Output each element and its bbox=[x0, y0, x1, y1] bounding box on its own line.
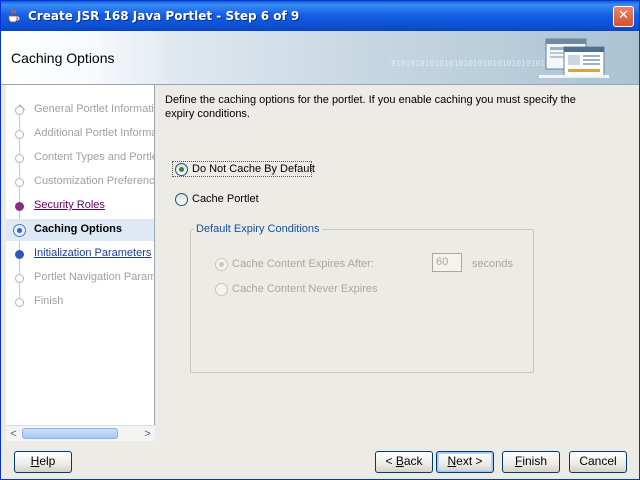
step-marker-icon bbox=[15, 202, 24, 211]
step-label: Additional Portlet Informa bbox=[34, 127, 155, 139]
step-label: General Portlet Informati bbox=[34, 103, 154, 115]
step-label: Customization Preference bbox=[34, 175, 155, 187]
never-expires-radio[interactable] bbox=[215, 283, 228, 296]
help-button-label-post: elp bbox=[39, 454, 56, 468]
step-label[interactable]: Security Roles bbox=[34, 199, 105, 211]
expires-after-radio[interactable] bbox=[215, 258, 228, 271]
step-label: Portlet Navigation Param bbox=[34, 271, 155, 283]
current-step-marker-icon bbox=[13, 224, 26, 237]
next-button-mnemonic: N bbox=[447, 454, 457, 468]
window-title: Create JSR 168 Java Portlet - Step 6 of … bbox=[28, 9, 300, 23]
nav-horizontal-scrollbar[interactable]: < > bbox=[6, 425, 155, 441]
finish-button[interactable]: Finish bbox=[502, 451, 560, 473]
wizard-banner-icon bbox=[539, 38, 609, 78]
step-content-types: Content Types and Portle bbox=[6, 147, 155, 169]
scroll-right-icon[interactable]: > bbox=[140, 426, 155, 442]
step-customization-preferences: Customization Preference bbox=[6, 171, 155, 193]
cache-portlet-radio[interactable] bbox=[175, 193, 188, 206]
java-cup-icon bbox=[8, 9, 20, 23]
next-button[interactable]: Next > bbox=[436, 451, 494, 473]
finish-button-label-post: inish bbox=[522, 454, 548, 468]
help-button[interactable]: Help bbox=[14, 451, 72, 473]
step-finish: Finish bbox=[6, 291, 154, 313]
header-decoration-text: 01010101010101010101010101010101 bbox=[391, 59, 546, 68]
instructions-text: Define the caching options for the portl… bbox=[165, 94, 576, 120]
cache-portlet-label[interactable]: Cache Portlet bbox=[192, 193, 259, 205]
expires-after-label: Cache Content Expires After: bbox=[232, 258, 374, 270]
cancel-button[interactable]: Cancel bbox=[569, 451, 627, 473]
close-icon: ✕ bbox=[618, 8, 629, 23]
step-marker-icon bbox=[15, 106, 24, 115]
scrollbar-thumb[interactable] bbox=[22, 428, 118, 439]
step-additional-portlet-information: Additional Portlet Informa bbox=[6, 123, 155, 145]
step-label: Caching Options bbox=[34, 223, 122, 235]
next-button-label-post: ext > bbox=[456, 454, 483, 468]
step-marker-icon bbox=[15, 298, 24, 307]
step-marker-icon bbox=[15, 250, 24, 259]
do-not-cache-radio[interactable] bbox=[175, 163, 188, 176]
step-label[interactable]: Initialization Parameters bbox=[34, 247, 151, 259]
back-button[interactable]: < Back bbox=[375, 451, 433, 473]
default-expiry-conditions-group bbox=[190, 229, 534, 373]
back-button-label-pre: < bbox=[385, 454, 396, 468]
close-button[interactable]: ✕ bbox=[613, 6, 634, 27]
default-expiry-conditions-legend: Default Expiry Conditions bbox=[194, 223, 322, 235]
expiry-seconds-input[interactable]: 60 bbox=[432, 253, 462, 272]
wizard-step-list: General Portlet Informati Additional Por… bbox=[6, 85, 155, 441]
back-button-mnemonic: B bbox=[395, 454, 404, 468]
title-bar[interactable]: Create JSR 168 Java Portlet - Step 6 of … bbox=[1, 1, 639, 31]
back-button-label-post: ack bbox=[403, 454, 423, 468]
scroll-left-icon[interactable]: < bbox=[6, 426, 21, 442]
step-portlet-navigation-parameters: Portlet Navigation Param bbox=[6, 267, 155, 289]
step-caching-options[interactable]: Caching Options bbox=[6, 219, 154, 241]
step-marker-icon bbox=[15, 178, 24, 187]
never-expires-label: Cache Content Never Expires bbox=[232, 283, 378, 295]
step-label: Content Types and Portle bbox=[34, 151, 155, 163]
step-marker-icon bbox=[15, 130, 24, 139]
do-not-cache-label[interactable]: Do Not Cache By Default bbox=[192, 163, 315, 175]
step-initialization-parameters[interactable]: Initialization Parameters bbox=[6, 243, 154, 265]
caching-options-panel: Define the caching options for the portl… bbox=[156, 85, 639, 441]
page-header: Caching Options 010101010101010101010101… bbox=[1, 31, 639, 85]
step-security-roles[interactable]: Security Roles bbox=[6, 195, 154, 217]
seconds-unit-label: seconds bbox=[472, 258, 513, 270]
cancel-button-label: Cancel bbox=[579, 454, 617, 468]
step-general-portlet-information: General Portlet Informati bbox=[6, 99, 154, 121]
step-marker-icon bbox=[15, 274, 24, 283]
step-label: Finish bbox=[34, 295, 64, 307]
step-marker-icon bbox=[15, 154, 24, 163]
page-title: Caching Options bbox=[11, 50, 115, 66]
wizard-dialog: Create JSR 168 Java Portlet - Step 6 of … bbox=[0, 0, 640, 480]
